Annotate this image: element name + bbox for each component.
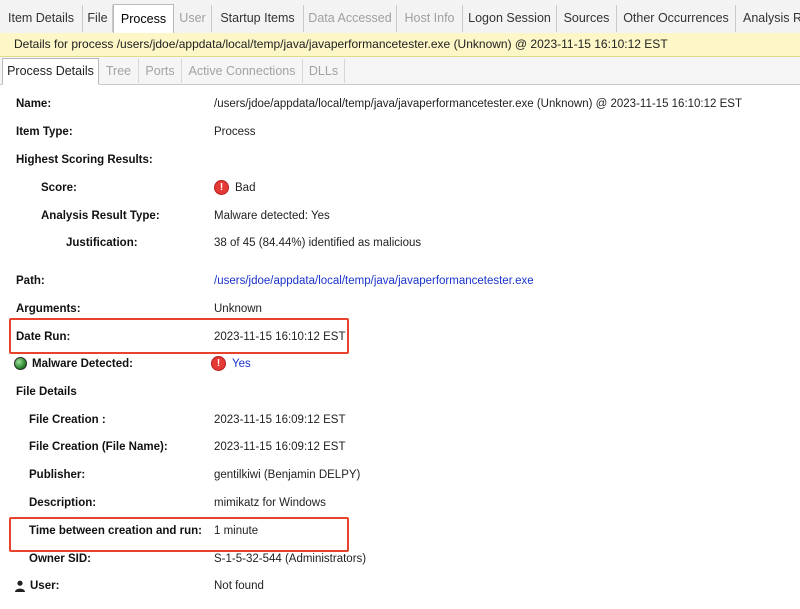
sub-tab-strip: Process Details Tree Ports Active Connec… <box>0 57 800 85</box>
row-item-type: Item Type: Process <box>0 122 800 142</box>
alert-circle-icon: ! <box>214 180 229 196</box>
arguments-value: Unknown <box>214 303 262 315</box>
row-publisher: Publisher: gentilkiwi (Benjamin DELPY) <box>0 465 800 485</box>
subtab-tree[interactable]: Tree <box>99 59 139 83</box>
green-status-dot-icon <box>14 357 27 371</box>
row-arguments: Arguments: Unknown <box>0 299 800 319</box>
tab-sources[interactable]: Sources <box>557 5 617 32</box>
highlight-box-time-between <box>9 517 349 552</box>
path-link[interactable]: /users/jdoe/appdata/local/temp/java/java… <box>214 271 534 291</box>
person-icon <box>15 580 25 592</box>
tab-process[interactable]: Process <box>113 4 174 33</box>
row-owner-sid: Owner SID: S-1-5-32-544 (Administrators) <box>0 549 800 569</box>
name-value: /users/jdoe/appdata/local/temp/java/java… <box>214 98 742 110</box>
tab-host-info[interactable]: Host Info <box>397 5 463 32</box>
malware-label: Malware Detected: <box>32 358 133 370</box>
item-type-label: Item Type: <box>16 126 73 138</box>
row-score: Score: ! Bad <box>0 178 800 198</box>
analysis-type-label: Analysis Result Type: <box>41 210 160 222</box>
publisher-label: Publisher: <box>29 469 86 481</box>
tab-user[interactable]: User <box>174 5 212 32</box>
tab-data-accessed[interactable]: Data Accessed <box>304 5 397 32</box>
description-value: mimikatz for Windows <box>214 497 326 509</box>
owner-sid-value: S-1-5-32-544 (Administrators) <box>214 553 367 565</box>
highest-scoring-label: Highest Scoring Results: <box>16 154 153 166</box>
row-name: Name: /users/jdoe/appdata/local/temp/jav… <box>0 94 800 114</box>
analysis-type-value: Malware detected: Yes <box>214 210 330 222</box>
top-tab-strip: Item Details File Process User Startup I… <box>0 0 800 34</box>
name-label: Name: <box>16 98 52 110</box>
subtab-ports[interactable]: Ports <box>139 59 182 83</box>
process-details-panel: Name: /users/jdoe/appdata/local/temp/jav… <box>0 85 800 609</box>
tab-startup-items[interactable]: Startup Items <box>212 5 304 32</box>
score-value: Bad <box>235 182 256 194</box>
subtab-dlls[interactable]: DLLs <box>303 59 345 83</box>
row-analysis-type: Analysis Result Type: Malware detected: … <box>0 206 800 226</box>
file-creation-value: 2023-11-15 16:09:12 EST <box>214 414 346 426</box>
arguments-label: Arguments: <box>16 303 81 315</box>
process-details-info-bar: Details for process /users/jdoe/appdata/… <box>0 33 800 57</box>
score-label: Score: <box>41 182 77 194</box>
subtab-process-details[interactable]: Process Details <box>2 58 99 85</box>
file-creation-label: File Creation : <box>29 414 106 426</box>
path-label: Path: <box>16 275 45 287</box>
tab-analysis-results[interactable]: Analysis Re <box>736 5 800 32</box>
file-details-label: File Details <box>16 386 77 398</box>
user-label-cell: User: <box>14 576 59 596</box>
user-label: User: <box>30 580 60 592</box>
publisher-value: gentilkiwi (Benjamin DELPY) <box>214 469 361 481</box>
justification-label: Justification: <box>66 237 138 249</box>
justification-value: 38 of 45 (84.44%) identified as maliciou… <box>214 237 422 249</box>
item-type-value: Process <box>214 126 256 138</box>
tab-logon-session[interactable]: Logon Session <box>463 5 557 32</box>
subtab-active-connections[interactable]: Active Connections <box>182 59 303 83</box>
owner-sid-label: Owner SID: <box>29 553 91 565</box>
row-file-creation-name: File Creation (File Name): 2023-11-15 16… <box>0 437 800 457</box>
description-label: Description: <box>29 497 97 509</box>
highlight-box-date-run <box>9 318 349 354</box>
tab-other-occurrences[interactable]: Other Occurrences <box>617 5 736 32</box>
row-highest-scoring: Highest Scoring Results: <box>0 150 800 170</box>
user-value: Not found <box>214 580 264 592</box>
row-file-creation: File Creation : 2023-11-15 16:09:12 EST <box>0 410 800 430</box>
score-value-cell: ! Bad <box>214 178 255 198</box>
malware-label-cell: Malware Detected: <box>14 354 133 374</box>
row-description: Description: mimikatz for Windows <box>0 493 800 513</box>
row-user: User: Not found <box>0 576 800 596</box>
row-file-details: File Details <box>0 382 800 402</box>
row-path: Path: /users/jdoe/appdata/local/temp/jav… <box>0 271 800 291</box>
row-malware-detected: Malware Detected: ! Yes <box>0 354 800 374</box>
file-creation-name-value: 2023-11-15 16:09:12 EST <box>214 441 346 453</box>
row-justification: Justification: 38 of 45 (84.44%) identif… <box>0 233 800 253</box>
malware-value-cell: ! Yes <box>211 354 251 374</box>
tab-file[interactable]: File <box>83 5 113 32</box>
tab-item-details[interactable]: Item Details <box>0 5 83 32</box>
file-creation-name-label: File Creation (File Name): <box>29 441 168 453</box>
alert-circle-icon: ! <box>211 356 226 372</box>
malware-value-link[interactable]: Yes <box>232 358 251 370</box>
